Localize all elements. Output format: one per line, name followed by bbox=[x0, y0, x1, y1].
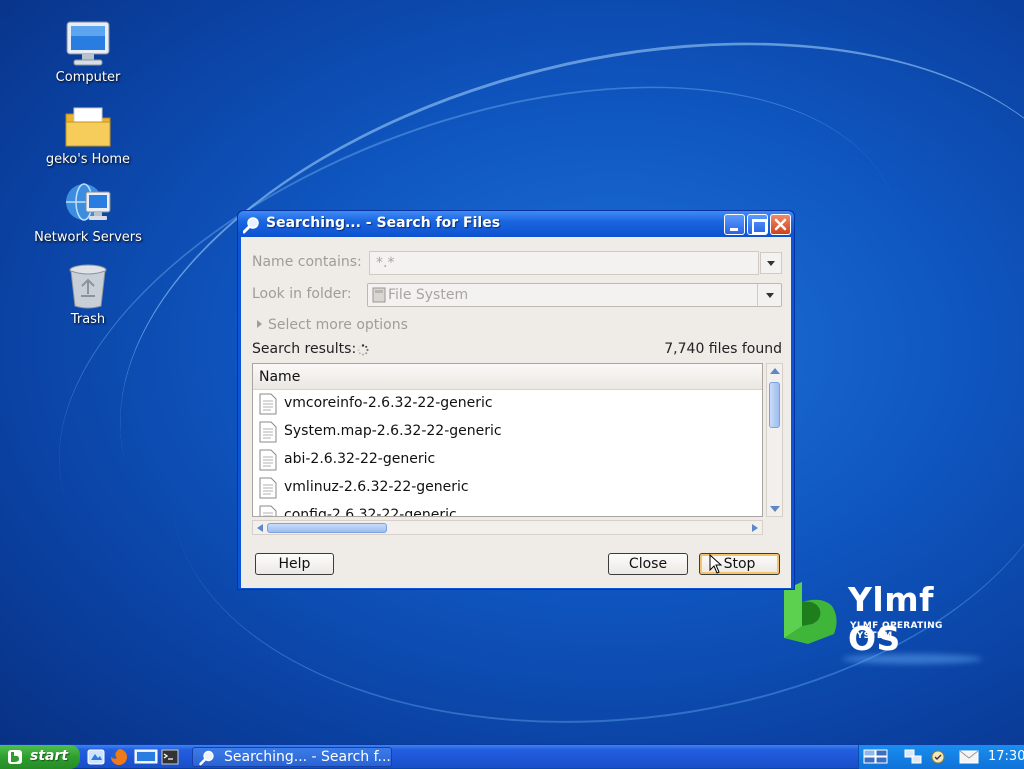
text-file-icon bbox=[259, 477, 277, 499]
vertical-scroll-thumb[interactable] bbox=[769, 382, 780, 428]
file-name: abi-2.6.32-22-generic bbox=[284, 451, 436, 467]
list-item[interactable]: System.map-2.6.32-22-generic bbox=[253, 418, 762, 446]
maximize-button[interactable] bbox=[747, 214, 768, 235]
close-icon bbox=[774, 218, 787, 231]
scroll-up-arrow-icon[interactable] bbox=[770, 368, 780, 374]
desktop-icon-network-servers[interactable]: Network Servers bbox=[28, 180, 148, 245]
desktop-icon-label: Computer bbox=[55, 70, 121, 85]
system-tray: 17:30 bbox=[858, 745, 1024, 769]
desktop-icon-label: geko's Home bbox=[45, 152, 131, 167]
text-file-icon bbox=[259, 393, 277, 415]
scroll-left-arrow-icon[interactable] bbox=[257, 524, 263, 532]
start-label: start bbox=[30, 748, 69, 764]
close-window-button[interactable] bbox=[770, 214, 791, 235]
search-icon bbox=[242, 216, 261, 234]
search-results-list[interactable]: Name vmcoreinfo-2.6.32-22-generic System… bbox=[252, 363, 763, 517]
files-found-count: 7,740 files found bbox=[664, 341, 782, 357]
desktop-icon-label: Trash bbox=[70, 312, 106, 327]
horizontal-scroll-thumb[interactable] bbox=[267, 523, 387, 533]
ylmf-logo: Ylmf OS YLMF OPERATING SYSTEM bbox=[782, 576, 982, 664]
text-file-icon bbox=[259, 421, 277, 443]
mail-icon[interactable] bbox=[959, 749, 979, 765]
name-contains-label: Name contains: bbox=[252, 254, 362, 270]
window-title: Searching... - Search for Files bbox=[266, 215, 501, 231]
vertical-scrollbar[interactable] bbox=[766, 363, 783, 517]
file-name: config-2.6.32-22-generic bbox=[284, 507, 457, 517]
clock[interactable]: 17:30 bbox=[988, 749, 1024, 764]
look-in-folder-combo[interactable]: File System bbox=[367, 283, 782, 307]
mouse-cursor-icon bbox=[709, 554, 723, 574]
file-manager-icon[interactable] bbox=[134, 748, 158, 766]
window-titlebar[interactable]: Searching... - Search for Files bbox=[238, 211, 794, 237]
close-button[interactable]: Close bbox=[608, 553, 688, 575]
start-button[interactable]: start bbox=[0, 745, 80, 769]
network-icon[interactable] bbox=[904, 749, 922, 765]
file-name: vmlinuz-2.6.32-22-generic bbox=[284, 479, 469, 495]
list-item[interactable]: abi-2.6.32-22-generic bbox=[253, 446, 762, 474]
desktop-icon-home[interactable]: geko's Home bbox=[28, 102, 148, 167]
look-in-folder-value: File System bbox=[388, 287, 469, 303]
spinner-icon bbox=[357, 344, 369, 356]
start-logo-icon bbox=[8, 750, 22, 764]
show-desktop-icon[interactable] bbox=[87, 748, 105, 766]
select-more-options-label: Select more options bbox=[268, 317, 408, 333]
name-contains-dropdown-button[interactable] bbox=[760, 252, 782, 274]
scroll-down-arrow-icon[interactable] bbox=[770, 506, 780, 512]
taskbar-task-search-for-files[interactable]: Searching... - Search f... bbox=[192, 747, 392, 767]
taskbar: start Searching... - Search f... 17:30 bbox=[0, 744, 1024, 769]
list-item[interactable]: config-2.6.32-22-generic bbox=[253, 502, 762, 517]
search-results-label: Search results: bbox=[252, 341, 357, 357]
ylmf-logo-glow bbox=[842, 654, 982, 664]
taskbar-task-label: Searching... - Search f... bbox=[224, 749, 391, 765]
help-button[interactable]: Help bbox=[255, 553, 334, 575]
ylmf-logo-name: Ylmf OS bbox=[848, 580, 934, 658]
terminal-icon[interactable] bbox=[161, 748, 179, 766]
dialog-body: Name contains: *.* Look in folder: File … bbox=[241, 237, 791, 588]
trash-icon bbox=[64, 262, 112, 310]
computer-icon bbox=[64, 20, 112, 68]
desktop-icon-label: Network Servers bbox=[34, 230, 142, 245]
file-name: vmcoreinfo-2.6.32-22-generic bbox=[284, 395, 493, 411]
text-file-icon bbox=[259, 505, 277, 516]
drive-icon bbox=[372, 287, 386, 303]
ylmf-logo-subtitle: YLMF OPERATING SYSTEM bbox=[850, 621, 943, 641]
column-header-label: Name bbox=[259, 369, 301, 385]
name-contains-value: *.* bbox=[376, 255, 395, 271]
scroll-right-arrow-icon[interactable] bbox=[752, 524, 758, 532]
search-for-files-window[interactable]: Searching... - Search for Files Name con… bbox=[237, 210, 795, 590]
list-item[interactable]: vmcoreinfo-2.6.32-22-generic bbox=[253, 390, 762, 418]
file-name: System.map-2.6.32-22-generic bbox=[284, 423, 502, 439]
text-file-icon bbox=[259, 449, 277, 471]
minimize-button[interactable] bbox=[724, 214, 745, 235]
expander-arrow-icon bbox=[257, 320, 262, 328]
update-manager-icon[interactable] bbox=[929, 749, 947, 765]
column-header-name[interactable]: Name bbox=[253, 364, 762, 390]
name-contains-input[interactable]: *.* bbox=[369, 251, 759, 275]
select-more-options-expander[interactable]: Select more options bbox=[257, 317, 408, 333]
home-folder-icon bbox=[64, 102, 112, 150]
horizontal-scrollbar[interactable] bbox=[252, 520, 763, 535]
workspace-switcher-icon[interactable] bbox=[863, 749, 889, 765]
look-in-folder-label: Look in folder: bbox=[252, 286, 352, 302]
desktop-icon-trash[interactable]: Trash bbox=[28, 262, 148, 327]
network-servers-icon bbox=[64, 180, 112, 228]
desktop-icon-computer[interactable]: Computer bbox=[28, 20, 148, 85]
look-in-folder-dropdown-button[interactable] bbox=[757, 284, 781, 306]
list-item[interactable]: vmlinuz-2.6.32-22-generic bbox=[253, 474, 762, 502]
search-icon bbox=[199, 750, 214, 766]
firefox-icon[interactable] bbox=[110, 748, 128, 766]
